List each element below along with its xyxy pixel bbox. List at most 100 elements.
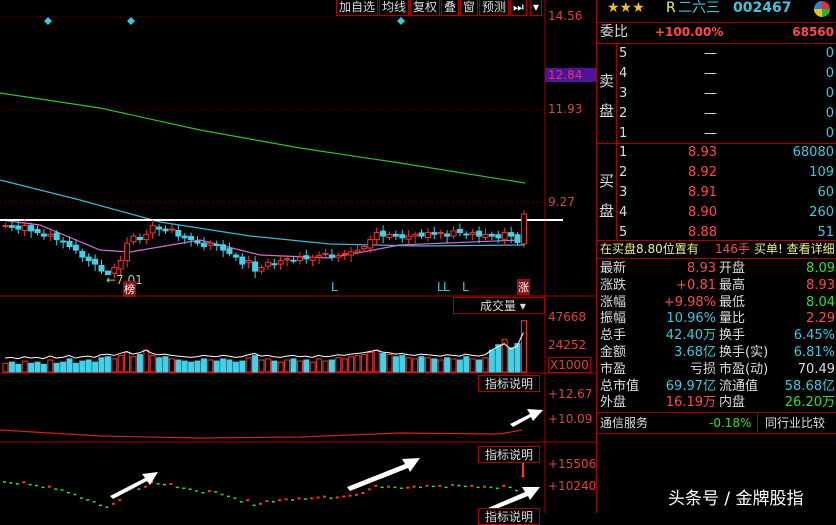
window-button[interactable]: 窗 (460, 0, 479, 16)
candle[interactable] (252, 256, 259, 279)
overlay-button[interactable]: 叠 (441, 0, 460, 16)
candle[interactable] (341, 249, 348, 260)
candle[interactable] (226, 242, 233, 257)
candle[interactable] (277, 254, 284, 271)
chart-canvas[interactable] (0, 0, 596, 513)
candle[interactable] (220, 239, 227, 258)
next-icon[interactable]: ⏭ (510, 0, 527, 16)
candle[interactable] (168, 224, 175, 234)
candle[interactable] (136, 233, 143, 244)
candle[interactable] (194, 236, 201, 246)
candle[interactable] (476, 226, 483, 244)
marker-l[interactable]: L (443, 280, 450, 294)
candle[interactable] (405, 230, 412, 246)
candle[interactable] (85, 253, 92, 267)
dropdown-icon[interactable]: ▾ (530, 0, 543, 16)
candle[interactable] (328, 249, 335, 261)
sell-row[interactable]: 4 — 0 (597, 65, 836, 82)
candle[interactable] (463, 231, 470, 240)
buy-row[interactable]: 3 8.91 60 (597, 184, 836, 201)
app-logo-icon[interactable] (814, 1, 830, 17)
kline-chart[interactable]: 加自选 均线 复权 叠 窗 预测 ⏭ ▾ 14.56 12.84 11.93 9… (0, 0, 596, 525)
candle[interactable] (386, 231, 393, 241)
indicator-help-button[interactable]: 指标说明 (478, 375, 540, 392)
candle[interactable] (72, 239, 79, 254)
candle[interactable] (175, 224, 182, 241)
candle[interactable] (162, 225, 169, 234)
candle[interactable] (34, 225, 41, 236)
candle[interactable] (98, 259, 105, 274)
candle[interactable] (456, 223, 463, 237)
candle[interactable] (309, 254, 316, 267)
adjust-button[interactable]: 复权 (410, 0, 441, 16)
candle[interactable] (520, 210, 527, 248)
forecast-button[interactable]: 预测 (479, 0, 510, 16)
candle[interactable] (392, 230, 399, 240)
industry-name[interactable]: 通信服务 (600, 415, 648, 432)
candle[interactable] (124, 237, 131, 268)
candle[interactable] (469, 228, 476, 241)
candle[interactable] (444, 230, 451, 244)
ma-button[interactable]: 均线 (379, 0, 410, 16)
candle[interactable] (232, 252, 239, 261)
candle[interactable] (245, 255, 252, 269)
candle[interactable] (284, 256, 291, 267)
candle[interactable] (335, 252, 342, 262)
event-marker-icon[interactable] (397, 17, 405, 25)
candle[interactable] (488, 231, 495, 240)
candle[interactable] (424, 227, 431, 242)
candle[interactable] (156, 224, 163, 237)
candle[interactable] (200, 237, 207, 251)
candle[interactable] (130, 233, 137, 245)
volume-indicator-select[interactable]: 成交量 ▾ (453, 297, 545, 314)
sell-row[interactable]: 3 — 0 (597, 85, 836, 102)
sell-row[interactable]: 5 — 0 (597, 45, 836, 62)
candle[interactable] (53, 230, 60, 246)
candle[interactable] (213, 240, 220, 251)
buy-row[interactable]: 5 8.88 51 (597, 224, 836, 241)
candle[interactable] (322, 248, 329, 257)
candle[interactable] (2, 222, 9, 229)
indicator-help-button[interactable]: 指标说明 (478, 446, 540, 463)
candle[interactable] (258, 264, 265, 274)
candle[interactable] (188, 232, 195, 247)
candle[interactable] (373, 227, 380, 246)
sell-row[interactable]: 1 — 0 (597, 125, 836, 142)
indicator-help-button[interactable]: 指标说明 (478, 508, 540, 525)
candle[interactable] (40, 229, 47, 240)
candle[interactable] (264, 258, 271, 271)
candle[interactable] (514, 231, 521, 246)
event-marker-icon[interactable] (127, 17, 135, 25)
limit-up-badge[interactable]: 涨 (517, 279, 530, 295)
candle[interactable] (60, 237, 67, 249)
add-watchlist-button[interactable]: 加自选 (336, 0, 379, 16)
candle[interactable] (149, 219, 156, 239)
notice-link[interactable]: 买单! 查看详细 (754, 241, 835, 258)
candle[interactable] (92, 254, 99, 272)
candle[interactable] (79, 248, 86, 262)
buy-row[interactable]: 4 8.90 260 (597, 204, 836, 221)
order-notice[interactable]: 在买盘8.80位置有 146手 买单! 查看详细 (597, 241, 836, 258)
candle[interactable] (380, 225, 387, 244)
candle[interactable] (348, 246, 355, 262)
event-marker-icon[interactable] (44, 17, 52, 25)
industry-compare-button[interactable]: 同行业比较 (765, 415, 825, 432)
candle[interactable] (290, 256, 297, 264)
candle[interactable] (303, 249, 310, 264)
candle[interactable] (482, 228, 489, 241)
marker-l[interactable]: L (462, 280, 469, 294)
candle[interactable] (28, 222, 35, 238)
candle[interactable] (21, 219, 28, 237)
candle[interactable] (239, 253, 246, 269)
candle[interactable] (271, 258, 278, 269)
billboard-badge[interactable]: 榜 (123, 281, 136, 297)
candle[interactable] (399, 229, 406, 243)
buy-row[interactable]: 1 8.93 68080 (597, 144, 836, 161)
buy-row[interactable]: 2 8.92 109 (597, 164, 836, 181)
candle[interactable] (450, 225, 457, 239)
sell-row[interactable]: 2 — 0 (597, 105, 836, 122)
candle[interactable] (8, 221, 15, 232)
candle[interactable] (501, 227, 508, 246)
candle[interactable] (412, 231, 419, 244)
candle[interactable] (431, 226, 438, 240)
